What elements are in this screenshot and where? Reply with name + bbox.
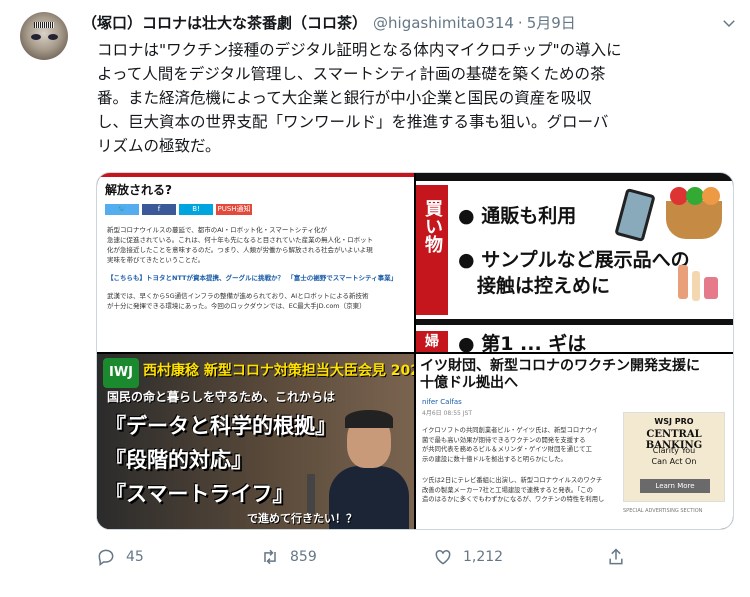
heart-icon [435, 549, 451, 565]
video-caption-large: 『スマートライフ』 [105, 482, 294, 506]
smartphone-illustration [614, 187, 656, 243]
bullet-text: ● 第1 ... ギは [458, 333, 587, 352]
retweet-count: 859 [290, 549, 317, 565]
video-caption: 国民の命と暮らしを守るため、これからは [107, 390, 336, 404]
news-body-line: が共同代表を務めるビル＆メリンダ・ゲイツ財団を通じて工 [422, 446, 592, 453]
user-handle[interactable]: @higashimita0314 [373, 14, 514, 32]
reply-icon [98, 549, 114, 566]
news-body: イクロソフトの共同創業者ビル・ゲイツ氏は、新型コロナウイ 菌で最も高い効果が期待… [422, 426, 606, 464]
tweet-text-line: し、巨大資本の世界支配「ワンワールド」を推進する事も狙い。グローバ [97, 113, 609, 131]
article-body-line: 化が急接近したことを意味するのだ。つまり、人類が労働から解放される社会がいよいよ… [107, 246, 373, 254]
tweet-text-line: 番。また経済危機によって大企業と銀行が中小企業と国民の資産を吸収 [97, 89, 592, 107]
iwj-logo: IWJ [103, 358, 139, 388]
ad-brand: WSJ PRO [654, 417, 694, 426]
article-body: 新型コロナウイルスの蔓延で、都市のAI・ロボット化・スマートシティ化が 急速に促… [97, 221, 414, 315]
barcode-mark [34, 22, 54, 28]
advertisement: WSJ PRO CENTRAL BANKING Clarity You Can … [623, 412, 725, 502]
news-headline-line: イツ財団、新型コロナのワクチン開発支援に [420, 358, 700, 374]
news-body-line: イクロソフトの共同創業者ビル・ゲイツ氏は、新型コロナウイ [422, 427, 599, 434]
news-body-line: 造のはるかに多くでもわずかになるが、ワクチンの特性を利用し [422, 496, 605, 503]
cosmetic-illustration [704, 277, 718, 299]
panel-top-bar [416, 173, 733, 181]
video-title: 西村康稔 新型コロナ対策担当大臣会見 2020.5.4 [143, 363, 414, 379]
bullet-text: 接触は控えめに [458, 275, 611, 297]
news-body-line: 示の建設に数十億ドルを拠出すると明らかにした。 [422, 455, 567, 463]
news-headline: イツ財団、新型コロナのワクチン開発支援に 十億ドル拠出へ [420, 358, 730, 392]
basket-illustration [666, 187, 722, 239]
article-body-line: 武漢では、早くから5G通信インフラの整備が進められており、AIとロボットによる新… [107, 292, 369, 300]
reply-count: 45 [126, 549, 144, 565]
media-image-press-conference[interactable]: IWJ 西村康稔 新型コロナ対策担当大臣会見 2020.5.4 国民の命と暮らし… [97, 354, 414, 529]
tweet-text-line: コロナは"ワクチン接種のデジタル証明となる体内マイクロチップ"の導入に [97, 41, 622, 59]
tweet-header: （塚口）コロナは壮大な茶番劇（コロ茶） @higashimita0314 · 5月9日 [82, 12, 742, 34]
media-image-article[interactable]: 解放される? 🐦 f B! PUSH通知 4月16日（木）17時21分 財経新聞… [97, 173, 414, 352]
fruit-illustration [702, 187, 720, 205]
cosmetic-illustration [692, 271, 700, 301]
media-image-news[interactable]: イツ財団、新型コロナのワクチン開発支援に 十億ドル拠出へ nifer Calfa… [416, 354, 733, 529]
ad-tagline-line: Clarity You [652, 446, 696, 455]
panel-divider [416, 319, 733, 325]
facebook-share-icon: f [142, 204, 176, 215]
article-body-line: 急速に促進されている。これは、何十年も先になると目されていた産業の無人化・ロボッ… [107, 236, 374, 244]
tweet-actions: 45 859 1,212 [96, 542, 636, 572]
twitter-share-icon: 🐦 [105, 204, 139, 215]
share-bar: 🐦 f B! PUSH通知 4月16日（木）17時21分 財経新聞 [97, 198, 414, 221]
article-timestamp: 4月16日（木）17時21分 財経新聞 [290, 205, 406, 213]
ad-learn-more-button: Learn More [640, 479, 710, 493]
tweet-date[interactable]: 5月9日 [527, 14, 576, 32]
push-notify-button: PUSH通知 [216, 204, 252, 215]
tweet-text-line: リズムの極致だ。 [97, 137, 221, 155]
ad-tagline: Clarity You Can Act On [624, 445, 724, 467]
article-body-line: が十分に発揮できる環境にあった。今回のロックダウンでは、EC最大手JD.com（… [107, 302, 366, 310]
article-body-line: 新型コロナウイルスの蔓延で、都市のAI・ロボット化・スマートシティ化が [107, 226, 328, 234]
video-caption-large: 『段階的対応』 [105, 448, 252, 472]
video-caption: で進めて行きたい！？ [247, 512, 357, 525]
news-body-2: ツ氏は2日にテレビ番組に出演し、新型コロナウイルスのワクチ 改善の製薬メーカー7… [422, 476, 606, 505]
bullet-text: ● サンプルなど展示品への [458, 249, 690, 271]
media-image-shopping[interactable]: 買い物 ● 通販も利用 ● サンプルなど展示品への 接触は控えめに 婦 ● 第1… [416, 173, 733, 352]
ad-tagline-line: Can Act On [651, 457, 697, 466]
retweet-button[interactable]: 859 [260, 542, 317, 572]
bullet-text: ● 通販も利用 [458, 205, 577, 227]
tweet-text-line: よって人間をデジタル管理し、スマートシティ計画の基礎を築くための茶 [97, 65, 606, 83]
reply-button[interactable]: 45 [96, 542, 144, 572]
article-headline: 解放される? [105, 183, 172, 197]
retweet-icon [264, 549, 276, 565]
speaker-hair [345, 410, 393, 428]
microphone-illustration [307, 474, 315, 514]
media-grid: 解放される? 🐦 f B! PUSH通知 4月16日（木）17時21分 財経新聞… [96, 172, 734, 530]
side-label-2: 婦 [416, 331, 448, 352]
avatar-right-eye [48, 34, 58, 40]
news-time: 4月6日 08:55 JST [422, 410, 472, 417]
like-button[interactable]: 1,212 [433, 542, 503, 572]
article-body-line: 実味を帯びてきたということだ。 [107, 256, 205, 264]
news-headline-line: 十億ドル拠出へ [420, 375, 518, 391]
tweet-text: コロナは"ワクチン接種のデジタル証明となる体内マイクロチップ"の導入に よって人… [97, 38, 737, 158]
share-button[interactable] [606, 542, 626, 572]
side-label: 買い物 [416, 185, 448, 315]
like-count: 1,212 [463, 549, 504, 565]
avatar[interactable] [20, 12, 68, 60]
news-body-line: 改善の製薬メーカー7社と工場建設で連携すると発表。「この [422, 486, 593, 494]
ad-footer: SPECIAL ADVERTISING SECTION [623, 508, 703, 514]
cosmetic-illustration [678, 265, 688, 299]
display-name[interactable]: （塚口）コロナは壮大な茶番劇（コロ茶） [82, 14, 367, 32]
video-caption-large: 『データと科学的根拠』 [105, 414, 336, 438]
share-icon [609, 548, 623, 565]
news-body-line: 菌で最も高い効果が期待できるワクチンの開発を支援する [422, 436, 586, 444]
chevron-down-icon[interactable] [720, 14, 738, 32]
avatar-left-eye [31, 34, 41, 40]
hatena-share-icon: B! [179, 204, 213, 215]
news-body-line: ツ氏は2日にテレビ番組に出演し、新型コロナウイルスのワクチ [422, 477, 603, 484]
related-link: 【こちらも】トヨタとNTTが資本提携、グーグルに挑戦か？ 「富士の裾野でスマート… [107, 274, 398, 282]
header-separator: · [517, 14, 523, 32]
byline: nifer Calfas [422, 398, 462, 406]
